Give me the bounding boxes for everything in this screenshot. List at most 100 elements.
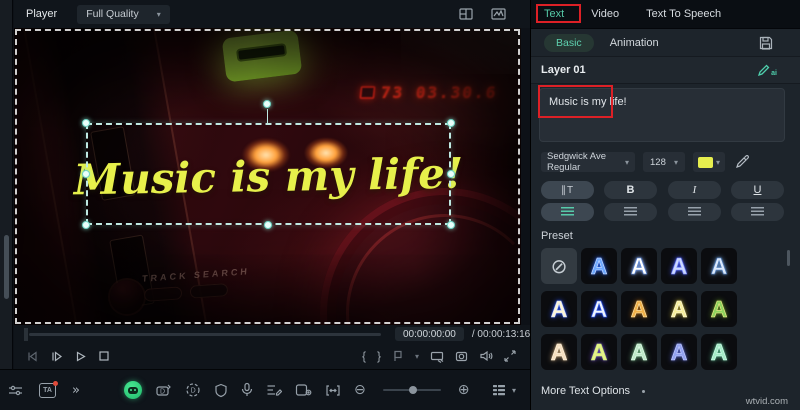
preset-style[interactable]: A	[661, 248, 697, 284]
auto-ripple-icon[interactable]	[325, 384, 341, 397]
preset-style[interactable]: A	[581, 248, 617, 284]
ai-pencil-icon[interactable]: ai	[757, 64, 777, 77]
preset-letter: A	[551, 341, 568, 364]
marker-icon[interactable]	[392, 350, 404, 362]
tab-text[interactable]: Text	[544, 8, 564, 20]
left-scrollbar-thumb[interactable]	[4, 235, 9, 299]
preset-letter: A	[671, 341, 688, 364]
preset-style[interactable]: A	[581, 291, 617, 327]
subtab-basic[interactable]: Basic	[544, 34, 594, 52]
preset-letter: A	[591, 298, 608, 321]
stop-icon[interactable]	[98, 350, 110, 362]
speed-ramp-icon[interactable]: D	[155, 383, 172, 398]
snapshot-icon[interactable]	[455, 350, 468, 362]
text-selection-box[interactable]	[86, 123, 451, 225]
mark-in-icon[interactable]: {	[362, 349, 366, 363]
preset-style[interactable]: A	[621, 291, 657, 327]
resize-handle-ml[interactable]	[82, 170, 90, 178]
tab-text-to-speech[interactable]: Text To Speech	[646, 8, 721, 20]
resize-handle-br[interactable]	[447, 221, 455, 229]
mask-icon[interactable]	[214, 383, 228, 398]
play-icon[interactable]	[74, 350, 87, 363]
video-preview[interactable]: 73 03.30.6 TRACK SEARCH Music is my life…	[14, 28, 521, 325]
preset-style[interactable]: A	[621, 248, 657, 284]
next-frame-icon[interactable]	[50, 350, 63, 363]
align-justify-button[interactable]	[731, 203, 784, 221]
preset-style[interactable]: A	[581, 334, 617, 370]
align-center-button[interactable]	[604, 203, 657, 221]
font-color-swatch-inner	[698, 157, 713, 168]
mark-out-icon[interactable]: }	[377, 349, 381, 363]
watermark: wtvid.com	[746, 396, 788, 407]
eyedropper-icon[interactable]	[735, 154, 749, 169]
rotate-handle[interactable]	[263, 100, 271, 108]
play-on-device-icon[interactable]	[430, 350, 444, 363]
ai-assistant-icon[interactable]	[124, 381, 142, 399]
quality-select[interactable]: Full Quality ▾	[77, 5, 170, 24]
record-voiceover-icon[interactable]	[241, 382, 253, 398]
italic-button[interactable]: I	[668, 181, 721, 199]
preset-style[interactable]: A	[661, 334, 697, 370]
zoom-in-icon[interactable]: ⊕	[458, 382, 470, 398]
preset-style[interactable]: A	[701, 334, 737, 370]
preset-style[interactable]: A	[541, 334, 577, 370]
preset-style[interactable]: A	[701, 291, 737, 327]
preset-style[interactable]: A	[661, 291, 697, 327]
layer-name: Layer 01	[541, 64, 586, 76]
subtab-animation[interactable]: Animation	[610, 37, 659, 49]
save-template-icon[interactable]	[759, 36, 773, 50]
preset-style[interactable]: A	[541, 291, 577, 327]
preset-none[interactable]: ⊘	[541, 248, 577, 284]
track-manager-dropdown-icon[interactable]: ▾	[512, 386, 516, 395]
multi-view-icon[interactable]	[459, 7, 473, 21]
panel-scrollbar-thumb[interactable]	[787, 250, 790, 266]
layer-row[interactable]: Layer 01 ai	[531, 56, 800, 84]
font-color-select[interactable]: ▾	[693, 152, 725, 172]
tab-video[interactable]: Video	[591, 8, 619, 20]
text-to-audio-icon[interactable]: TA	[39, 383, 56, 398]
font-size-select[interactable]: 128 ▾	[643, 152, 685, 172]
resize-handle-tr[interactable]	[447, 119, 455, 127]
preset-letter: A	[711, 298, 728, 321]
align-center-icon	[624, 207, 637, 217]
adjust-sliders-icon[interactable]	[8, 384, 23, 397]
properties-panel: Text Video Text To Speech Basic Animatio…	[530, 0, 800, 410]
svg-text:D: D	[191, 388, 196, 395]
marker-dropdown-icon[interactable]: ▾	[415, 352, 419, 361]
previous-frame-icon[interactable]	[26, 350, 39, 363]
resize-handle-tl[interactable]	[82, 119, 90, 127]
align-justify-icon	[751, 207, 764, 217]
screen-record-icon[interactable]	[295, 383, 312, 397]
align-left-button[interactable]	[541, 203, 594, 221]
resize-handle-bc[interactable]	[264, 221, 272, 229]
font-family-select[interactable]: Sedgwick Ave Regular ▾	[541, 152, 635, 172]
volume-icon[interactable]	[479, 350, 493, 362]
panel-subtabs: Basic Animation	[531, 29, 800, 56]
video-editor-window: Player Full Quality ▾	[0, 0, 800, 410]
fullscreen-icon[interactable]	[504, 350, 516, 362]
text-input[interactable]: Music is my life!	[539, 88, 785, 142]
auto-draft-icon[interactable]: D	[185, 382, 201, 398]
resize-handle-mr[interactable]	[447, 170, 455, 178]
seek-bar[interactable]	[29, 333, 381, 336]
preset-style[interactable]: A	[701, 248, 737, 284]
preset-letter: A	[671, 298, 688, 321]
zoom-slider[interactable]	[383, 389, 441, 391]
svg-text:D: D	[160, 388, 165, 395]
underline-button[interactable]: U	[731, 181, 784, 199]
none-icon: ⊘	[551, 254, 568, 278]
more-text-options[interactable]: More Text Options	[541, 385, 645, 397]
vertical-text-button[interactable]: ∥T	[541, 181, 594, 199]
track-manager-icon[interactable]	[492, 383, 506, 397]
zoom-out-icon[interactable]: ⊖	[354, 382, 366, 398]
resize-handle-bl[interactable]	[82, 221, 90, 229]
bold-button[interactable]: B	[604, 181, 657, 199]
preset-style[interactable]: A	[621, 334, 657, 370]
chevron-down-icon: ▾	[625, 158, 629, 167]
scopes-icon[interactable]	[491, 7, 506, 21]
expand-more-icon[interactable]: »	[72, 383, 80, 398]
zoom-slider-thumb[interactable]	[409, 386, 417, 394]
auto-caption-icon[interactable]	[266, 383, 282, 397]
align-right-button[interactable]	[668, 203, 721, 221]
preset-letter: A	[591, 341, 608, 364]
